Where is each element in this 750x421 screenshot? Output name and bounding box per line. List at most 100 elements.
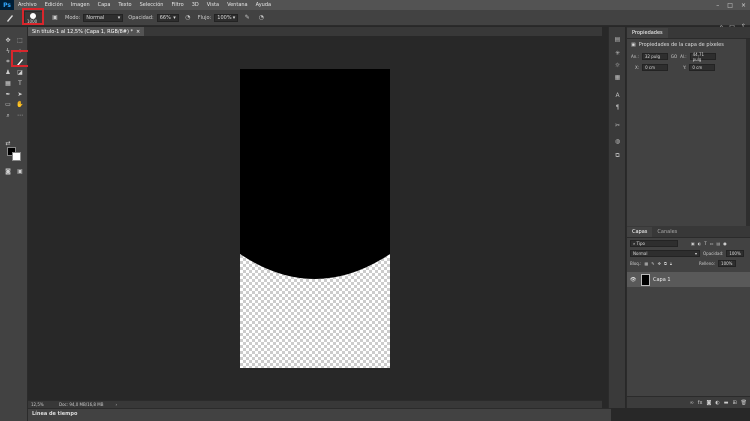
- more-tools-icon[interactable]: ⋯: [15, 111, 25, 120]
- lock-all-icon[interactable]: 🔒︎: [670, 261, 672, 266]
- swap-colors-icon[interactable]: ⇄: [3, 139, 13, 148]
- marquee-icon[interactable]: ⬚: [15, 36, 25, 45]
- move-icon[interactable]: ✥: [3, 36, 13, 45]
- tab-capas[interactable]: Capas: [627, 227, 653, 237]
- layer-opacity-field[interactable]: 100%: [726, 249, 745, 257]
- tab-canales[interactable]: Canales: [652, 227, 682, 237]
- shape-icon[interactable]: ▭: [3, 100, 13, 109]
- tab-propiedades[interactable]: Propiedades: [627, 28, 668, 38]
- zoom-level[interactable]: 12,5%: [31, 402, 59, 407]
- options-bar: 1000 ▣ Modo: Normal ▾ Opacidad: 66% ▾ ◔ …: [0, 10, 750, 31]
- layer-mask-icon[interactable]: ◙: [706, 400, 711, 406]
- menu-3d[interactable]: 3D: [188, 2, 203, 8]
- zoom-icon[interactable]: ⌕: [3, 111, 13, 120]
- x-field[interactable]: 0 cm: [642, 64, 669, 71]
- layer-filter-select[interactable]: ⌕ Tipo: [630, 239, 678, 247]
- menu-vista[interactable]: Vista: [203, 2, 223, 8]
- flow-field[interactable]: 100% ▾: [214, 13, 239, 22]
- chevron-down-icon: ▾: [232, 14, 236, 21]
- tools-panel: ✥ ⬚ ϟ ✧ ⌗ ♟ ◪ ▦ T ✒ ➤ ▭ ✋ ⌕ ⋯ ⇄ ◙ ▣: [0, 27, 28, 421]
- brush-settings-icon[interactable]: ▣: [50, 13, 60, 23]
- background-color-swatch[interactable]: [12, 152, 21, 161]
- stamp-icon[interactable]: ♟: [3, 68, 13, 77]
- screen-mode-icon[interactable]: ▣: [15, 167, 25, 176]
- history-icon[interactable]: ▤: [612, 35, 623, 44]
- minimize-icon[interactable]: –: [716, 2, 719, 9]
- y-value: 0 cm: [692, 65, 703, 70]
- document-canvas[interactable]: [240, 69, 390, 368]
- properties-panel: Propiedades ▣ Propiedades de la capa de …: [626, 27, 750, 226]
- timeline-label[interactable]: Línea de tiempo: [32, 411, 77, 417]
- document-tab[interactable]: Sin título-1 al 12,5% (Capa 1, RGB/8#) *…: [28, 27, 145, 36]
- mode-select[interactable]: Normal ▾: [83, 13, 124, 22]
- airbrush-icon[interactable]: ✎: [242, 13, 252, 23]
- menu-edicion[interactable]: Edición: [41, 2, 67, 8]
- opacity-field[interactable]: 66% ▾: [156, 13, 179, 22]
- styles-icon[interactable]: ◍: [612, 137, 623, 146]
- filter-shape-icon[interactable]: ▭: [710, 241, 714, 246]
- swatches-icon[interactable]: ▦: [612, 73, 623, 82]
- adjust-icon[interactable]: ☼: [612, 61, 623, 70]
- trash-icon[interactable]: 🗑︎: [741, 400, 747, 406]
- character-icon[interactable]: A: [612, 91, 623, 100]
- tool-presets-icon[interactable]: ✂: [612, 121, 623, 130]
- type-icon[interactable]: T: [15, 79, 25, 88]
- maximize-icon[interactable]: □: [727, 2, 733, 9]
- close-tab-icon[interactable]: ×: [136, 29, 140, 35]
- filter-adjust-icon[interactable]: ◐: [698, 241, 702, 246]
- path-select-icon[interactable]: ➤: [15, 90, 25, 99]
- layer-name[interactable]: Capa 1: [653, 277, 671, 283]
- pressure-opacity-icon[interactable]: ◔: [183, 13, 193, 23]
- lock-position-icon[interactable]: ✥: [658, 261, 661, 266]
- eraser-icon[interactable]: ◪: [15, 68, 25, 77]
- layer-style-icon[interactable]: fx: [698, 400, 703, 406]
- lock-artboard-icon[interactable]: ⧉: [664, 261, 667, 266]
- filter-type-icon[interactable]: T: [704, 241, 706, 246]
- layer-row[interactable]: 👁︎ Capa 1: [627, 272, 750, 287]
- gradient-icon[interactable]: ▦: [3, 79, 13, 88]
- lock-transparency-icon[interactable]: ▩: [644, 261, 648, 266]
- opacity-label: Opacidad:: [128, 14, 154, 21]
- filter-toggle-icon[interactable]: ●: [723, 241, 727, 246]
- status-menu-icon[interactable]: ›: [115, 402, 117, 407]
- menu-filtro[interactable]: Filtro: [167, 2, 187, 8]
- close-window-icon[interactable]: ×: [741, 2, 746, 9]
- clone-source-icon[interactable]: ⧉: [612, 151, 623, 160]
- menu-texto[interactable]: Texto: [114, 2, 135, 8]
- brush-tool-preset-icon[interactable]: [2, 11, 18, 25]
- x-value: 0 cm: [645, 65, 656, 70]
- menu-ayuda[interactable]: Ayuda: [252, 2, 275, 8]
- blend-mode-select[interactable]: Normal ▾: [630, 249, 700, 257]
- link-layers-icon[interactable]: ∞: [690, 400, 694, 406]
- menu-capa[interactable]: Capa: [94, 2, 115, 8]
- adjustment-layer-icon[interactable]: ◐: [715, 400, 719, 406]
- hand-icon[interactable]: ✋: [15, 100, 25, 109]
- new-group-icon[interactable]: ▬: [724, 400, 729, 406]
- eye-icon[interactable]: 👁︎: [630, 277, 638, 283]
- canvas-area[interactable]: [28, 36, 602, 400]
- canvas-image: [240, 69, 390, 368]
- quick-mask-icon[interactable]: ◙: [3, 167, 13, 176]
- lock-pixels-icon[interactable]: ✎: [651, 261, 654, 266]
- paragraph-icon[interactable]: ¶: [612, 103, 623, 112]
- pressure-size-icon[interactable]: ◔: [256, 13, 266, 23]
- menu-seleccion[interactable]: Selección: [136, 2, 168, 8]
- filter-smart-icon[interactable]: ▤: [717, 241, 721, 246]
- fill-field[interactable]: 100%: [718, 259, 737, 267]
- menu-imagen[interactable]: Imagen: [67, 2, 94, 8]
- pen-icon[interactable]: ✒: [3, 90, 13, 99]
- link-dimensions-icon[interactable]: GO: [671, 54, 677, 59]
- filter-pixel-icon[interactable]: ▣: [691, 241, 695, 246]
- y-field[interactable]: 0 cm: [689, 64, 716, 71]
- properties-scrollbar[interactable]: [746, 39, 750, 226]
- actions-icon[interactable]: ✳: [612, 49, 623, 58]
- menu-ventana[interactable]: Ventana: [223, 2, 252, 8]
- width-field[interactable]: 32 pulg: [641, 53, 668, 60]
- layer-opacity-label: Opacidad:: [703, 250, 724, 256]
- new-layer-icon[interactable]: ⊞: [732, 400, 736, 406]
- height-field[interactable]: 44,71 pulg: [689, 52, 716, 62]
- opacity-value: 66%: [159, 14, 171, 21]
- fill-value: 100%: [721, 260, 733, 266]
- flow-label: Flujo:: [197, 14, 212, 21]
- timeline-panel: Línea de tiempo: [28, 408, 611, 421]
